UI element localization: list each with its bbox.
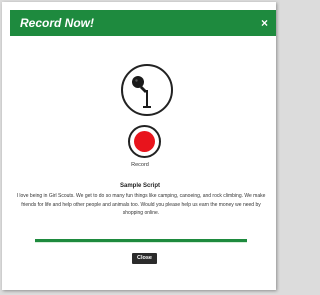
modal-header: Record Now! × <box>10 10 276 36</box>
close-button[interactable]: Close <box>132 253 157 264</box>
close-icon[interactable]: × <box>261 14 268 32</box>
sample-script-title: Sample Script <box>119 183 160 189</box>
record-button[interactable] <box>128 125 161 158</box>
modal-title: Record Now! <box>20 16 95 30</box>
divider-shadow <box>35 242 247 243</box>
record-label: Record <box>131 162 149 168</box>
record-dot-icon <box>134 131 155 152</box>
sample-script-text: I love being in Girl Scouts. We get to d… <box>16 193 266 216</box>
microphone-icon <box>121 64 173 116</box>
